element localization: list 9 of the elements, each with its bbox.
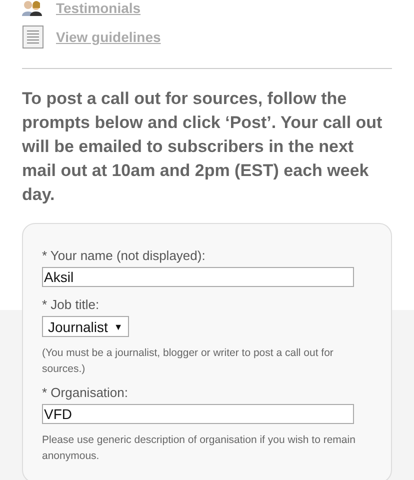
field-label: * Job title: — [42, 297, 100, 312]
field-note: Please use generic description of organisation if you wish to remain anonymous. — [42, 433, 356, 464]
field-note: (You must be a journalist, blogger or writer to post a call out for sources.) — [42, 346, 334, 377]
intro-text: To post a call out for sources, follow the prompts below and click ‘Post’. Your call out will be emailed to subscribers in the next mail out at 10am and 2pm (EST) each week day. — [22, 88, 384, 206]
field-label: * Organisation: — [42, 385, 129, 400]
field-label: * Your name (not displayed): — [42, 248, 206, 263]
input-field[interactable]: VFD — [42, 404, 354, 424]
input-field[interactable]: Aksil — [42, 267, 354, 287]
job-title-dropdown[interactable]: Journalist ▼ — [42, 316, 129, 337]
